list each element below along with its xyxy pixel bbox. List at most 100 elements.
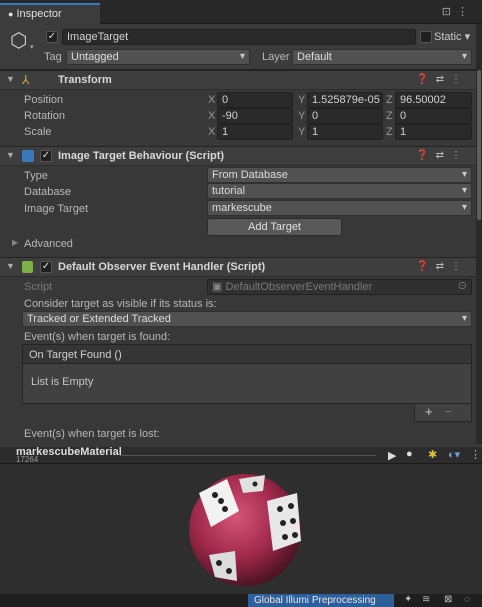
image-target-icon bbox=[22, 150, 34, 162]
static-checkbox[interactable] bbox=[420, 31, 432, 43]
component-header-icons[interactable]: ❓⇄⋮ bbox=[416, 150, 468, 161]
preset-icon[interactable]: ⇄ bbox=[436, 74, 451, 85]
transform-axes-icon: ⅄ bbox=[22, 73, 30, 87]
itb-enabled-checkbox[interactable]: ✓ bbox=[40, 150, 52, 162]
rotation-x-axis: X bbox=[208, 110, 216, 122]
info-icon: ● bbox=[8, 9, 14, 19]
fold-arrow-icon[interactable]: ▼ bbox=[6, 74, 15, 84]
status-bar: Global Illumi Preprocessing ✦ ≋ ⊠ ◌ bbox=[0, 594, 482, 607]
itb-title: Image Target Behaviour (Script) bbox=[58, 150, 225, 162]
image-target-label: Image Target bbox=[24, 203, 89, 215]
script-icon bbox=[22, 261, 33, 273]
preset-icon[interactable]: ⇄ bbox=[436, 150, 451, 161]
doeh-title: Default Observer Event Handler (Script) bbox=[58, 261, 266, 273]
status-bug-icon[interactable]: ✦ bbox=[404, 594, 412, 605]
component-menu-icon[interactable]: ⋮ bbox=[451, 261, 468, 272]
position-z-field[interactable]: 96.50002 bbox=[395, 92, 472, 108]
tab-menu-icons[interactable]: ⊡⋮ bbox=[442, 5, 474, 18]
rotation-z-axis: Z bbox=[386, 110, 393, 122]
inspector-tab[interactable]: ● Inspector bbox=[0, 3, 100, 24]
found-events-label: Event(s) when target is found: bbox=[24, 331, 171, 343]
object-name-input[interactable]: ImageTarget bbox=[62, 29, 416, 45]
kebab-menu-icon[interactable]: ⋮ bbox=[457, 6, 474, 18]
database-label: Database bbox=[24, 186, 72, 198]
status-layers-icon[interactable]: ≋ bbox=[422, 594, 430, 605]
preprocessing-text: Preprocessing bbox=[311, 595, 376, 606]
add-target-button[interactable]: Add Target bbox=[207, 218, 342, 236]
lost-events-label: Event(s) when target is lost: bbox=[24, 428, 160, 440]
component-menu-icon[interactable]: ⋮ bbox=[451, 74, 468, 85]
on-target-found-header: On Target Found () bbox=[22, 344, 472, 364]
material-preview-panel: markescubeMaterial 17264 ▶ ● ✱ ◐▾ ⋮ bbox=[0, 446, 482, 595]
scale-x-field[interactable]: 1 bbox=[217, 124, 293, 140]
inspector-tab-bar: ● Inspector ⊡⋮ bbox=[0, 0, 482, 24]
scale-y-axis: Y bbox=[298, 126, 306, 138]
preview-sub-text: 17264 bbox=[16, 455, 39, 464]
advanced-fold-icon[interactable]: ▶ bbox=[12, 238, 18, 247]
observer-event-handler-header[interactable]: ▼ ✓ Default Observer Event Handler (Scri… bbox=[0, 257, 476, 277]
scale-z-field[interactable]: 1 bbox=[395, 124, 472, 140]
doeh-enabled-checkbox[interactable]: ✓ bbox=[40, 261, 52, 273]
component-menu-icon[interactable]: ⋮ bbox=[451, 150, 468, 161]
script-file-icon: ▣ bbox=[212, 281, 223, 293]
active-checkbox[interactable]: ✓ bbox=[46, 31, 58, 43]
progress-bar: Global Illumi Preprocessing bbox=[248, 594, 394, 607]
fold-arrow-icon[interactable]: ▼ bbox=[6, 261, 15, 271]
database-dropdown[interactable]: tutorial bbox=[207, 183, 472, 199]
object-picker-icon: ⊙ bbox=[457, 280, 467, 292]
add-event-button[interactable]: + bbox=[425, 404, 445, 419]
icon-dropdown-chevron-icon[interactable]: ▾ bbox=[30, 43, 34, 51]
play-icon[interactable]: ▶ bbox=[388, 449, 396, 462]
position-y-field[interactable]: 1.525879e-05 bbox=[307, 92, 383, 108]
preview-menu-icon[interactable]: ⋮ bbox=[470, 448, 481, 461]
component-header-icons[interactable]: ❓⇄⋮ bbox=[416, 261, 468, 272]
scale-y-field[interactable]: 1 bbox=[307, 124, 383, 140]
found-event-list: List is Empty bbox=[22, 364, 472, 404]
component-header-icons[interactable]: ❓⇄⋮ bbox=[416, 74, 468, 85]
scale-x-axis: X bbox=[208, 126, 216, 138]
transform-header[interactable]: ▼ ⅄ Transform ❓⇄⋮ bbox=[0, 70, 476, 90]
position-x-axis: X bbox=[208, 94, 216, 106]
scrollbar-thumb[interactable] bbox=[477, 70, 481, 220]
shape-dropdown-icon[interactable]: ◐▾ bbox=[448, 448, 460, 461]
rotation-z-field[interactable]: 0 bbox=[395, 108, 472, 124]
list-add-remove-buttons: +− bbox=[414, 404, 472, 422]
sphere-icon[interactable]: ● bbox=[406, 448, 413, 460]
type-label: Type bbox=[24, 170, 48, 182]
script-value: DefaultObserverEventHandler bbox=[225, 281, 373, 293]
position-z-axis: Z bbox=[386, 94, 393, 106]
tag-dropdown[interactable]: Untagged bbox=[66, 49, 250, 65]
help-icon[interactable]: ❓ bbox=[416, 150, 435, 161]
static-dropdown[interactable]: Static ▾ bbox=[434, 30, 470, 43]
type-dropdown[interactable]: From Database bbox=[207, 167, 472, 183]
remove-event-button[interactable]: − bbox=[445, 404, 465, 419]
position-y-axis: Y bbox=[298, 94, 306, 106]
script-field: ▣ DefaultObserverEventHandler ⊙ bbox=[207, 279, 472, 295]
help-icon[interactable]: ❓ bbox=[416, 74, 435, 85]
position-x-field[interactable]: 0 bbox=[217, 92, 293, 108]
advanced-foldout[interactable]: Advanced bbox=[24, 238, 73, 250]
fold-arrow-icon[interactable]: ▼ bbox=[6, 150, 15, 160]
gameobject-cube-icon: ⬡ bbox=[10, 30, 28, 52]
rotation-x-field[interactable]: -90 bbox=[217, 108, 293, 124]
rotation-y-field[interactable]: 0 bbox=[307, 108, 383, 124]
static-label: Static bbox=[434, 31, 462, 43]
preset-icon[interactable]: ⇄ bbox=[436, 261, 451, 272]
global-illumination-text: Global Illumi bbox=[254, 595, 310, 606]
status-network-icon[interactable]: ⊠ bbox=[444, 594, 452, 605]
consider-visible-text: Consider target as visible if its status… bbox=[24, 298, 217, 310]
preview-divider[interactable] bbox=[120, 455, 376, 456]
lock-icon[interactable]: ⊡ bbox=[442, 6, 457, 18]
image-target-dropdown[interactable]: markescube bbox=[207, 200, 472, 216]
image-target-behaviour-header[interactable]: ▼ ✓ Image Target Behaviour (Script) ❓⇄⋮ bbox=[0, 146, 476, 166]
script-label: Script bbox=[24, 281, 53, 293]
layer-label: Layer bbox=[262, 51, 290, 63]
light-icon[interactable]: ✱ bbox=[428, 448, 437, 461]
layer-dropdown[interactable]: Default bbox=[292, 49, 472, 65]
scale-label: Scale bbox=[24, 126, 52, 138]
rotation-y-axis: Y bbox=[298, 110, 306, 122]
status-dropdown[interactable]: Tracked or Extended Tracked bbox=[22, 311, 472, 327]
inspector-tab-label: Inspector bbox=[16, 8, 62, 20]
help-icon[interactable]: ❓ bbox=[416, 261, 435, 272]
position-label: Position bbox=[24, 94, 64, 106]
